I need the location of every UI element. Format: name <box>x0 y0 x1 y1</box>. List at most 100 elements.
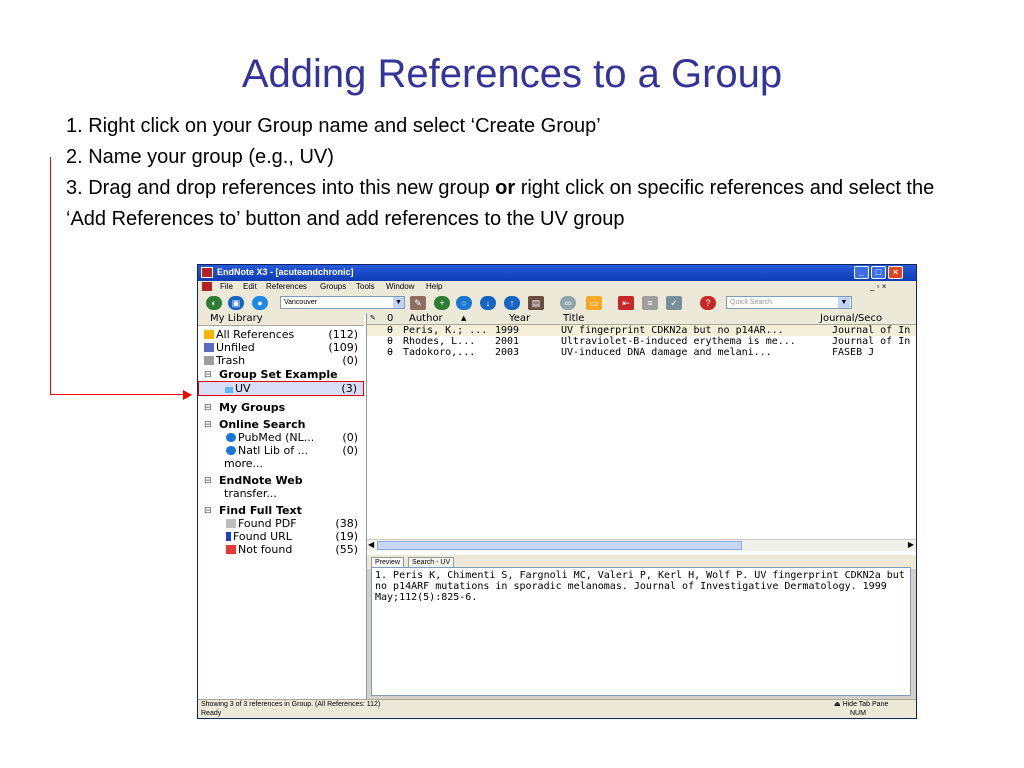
step-3-text: 3. Drag and drop references into this ne… <box>66 177 496 199</box>
group-label: PubMed (NL... <box>226 431 314 444</box>
integrated-mode-icon[interactable]: ● <box>252 296 268 310</box>
search-icon <box>226 433 236 442</box>
group-count: (0) <box>342 354 358 367</box>
cell-journal: Journal of In <box>832 336 911 347</box>
my-library-header[interactable]: My Library <box>198 313 364 326</box>
menu-help[interactable]: Help <box>426 282 442 291</box>
group-icon <box>225 387 233 393</box>
open-folder-icon[interactable]: ▭ <box>586 296 602 310</box>
endnote-window: EndNote X3 - [acuteandchronic] _ □ × Fil… <box>197 264 917 719</box>
group-uv-selected[interactable]: UV (3) <box>198 381 364 396</box>
find-full-text-icon[interactable]: ▤ <box>528 296 544 310</box>
collapse-icon[interactable]: ⊟ <box>204 504 212 517</box>
group-count: (38) <box>335 517 358 530</box>
style-select[interactable]: Vancouver ▼ <box>280 296 405 309</box>
slide-title: Adding References to a Group <box>241 52 783 96</box>
open-link-icon[interactable]: ∞ <box>560 296 576 310</box>
collapse-icon[interactable]: ⊟ <box>204 368 212 381</box>
unfiled-icon <box>204 343 214 352</box>
cell-year: 2003 <box>495 347 520 358</box>
collapse-icon[interactable]: ⊟ <box>204 474 212 487</box>
help-icon[interactable]: ? <box>700 296 716 310</box>
group-count: (0) <box>342 444 358 457</box>
table-row[interactable]: θ Tadokoro,... 2003 UV-induced DNA damag… <box>367 347 916 358</box>
trash-icon <box>204 356 214 365</box>
attachment-icon: θ <box>387 325 394 336</box>
scroll-left-icon[interactable]: ◀ <box>368 540 374 549</box>
groups-pane: My Library All References (112) Unfiled … <box>198 313 367 699</box>
cell-journal: Journal of In <box>832 325 911 336</box>
quick-search-chevron-icon[interactable]: ▼ <box>838 297 850 308</box>
insert-citation-icon[interactable]: ⇤ <box>618 296 634 310</box>
column-author[interactable]: Author <box>409 313 443 324</box>
maximize-button[interactable]: □ <box>871 266 886 279</box>
endnote-web-label: EndNote Web <box>219 474 303 487</box>
menu-window[interactable]: Window <box>386 282 414 291</box>
sort-icon[interactable]: ✎ <box>370 313 376 324</box>
edit-style-icon[interactable]: ✎ <box>410 296 426 310</box>
url-icon <box>226 532 231 541</box>
status-bar-secondary: Ready NUM <box>198 709 916 718</box>
more-link[interactable]: more... <box>224 457 263 470</box>
column-title[interactable]: Title <box>563 313 584 324</box>
menu-bar: File Edit References Groups Tools Window… <box>198 281 916 293</box>
upload-icon[interactable]: ↑ <box>504 296 520 310</box>
cell-title: Ultraviolet-B-induced erythema is me... <box>561 336 796 347</box>
annotation-arrow-head <box>183 390 192 400</box>
group-label: Found URL <box>226 530 292 543</box>
new-reference-icon[interactable]: + <box>434 296 450 310</box>
download-icon[interactable]: ↓ <box>480 296 496 310</box>
group-set-label: Group Set Example <box>219 368 338 381</box>
group-label: UV <box>225 382 251 395</box>
scroll-right-icon[interactable]: ▶ <box>908 540 914 549</box>
attachment-icon: θ <box>387 336 394 347</box>
status-num: NUM <box>850 710 866 717</box>
menu-edit[interactable]: Edit <box>243 282 257 291</box>
column-year[interactable]: Year <box>509 313 530 324</box>
collapse-icon[interactable]: ⊟ <box>204 401 212 414</box>
quick-search-input[interactable]: Quick Search <box>726 296 852 309</box>
local-library-icon[interactable]: ▣ <box>228 296 244 310</box>
group-label: Not found <box>226 543 292 556</box>
cell-year: 2001 <box>495 336 520 347</box>
my-library-label: My Library <box>210 313 263 324</box>
toolbar: ◐ ▣ ● Vancouver ▼ ✎ + ○ ↓ ↑ ▤ ∞ ▭ ⇤ ≡ ✓ ?… <box>198 293 916 314</box>
table-row[interactable]: θ Peris, K.; ... 1999 UV fingerprint CDK… <box>367 325 916 336</box>
close-button[interactable]: × <box>888 266 903 279</box>
reference-list: ✎ 0 Author ▲ Year Title Journal/Seco θ P… <box>367 313 916 555</box>
group-count: (109) <box>328 341 358 354</box>
horizontal-scrollbar[interactable]: ◀ ▶ <box>367 539 916 551</box>
chevron-down-icon[interactable]: ▼ <box>393 297 404 308</box>
annotation-arrow-vertical <box>50 157 51 395</box>
style-value: Vancouver <box>284 299 317 306</box>
endnote-app-icon <box>201 267 213 278</box>
group-label: Found PDF <box>226 517 297 530</box>
column-journal[interactable]: Journal/Seco <box>820 313 882 324</box>
child-window-controls[interactable]: _ ▫ × <box>870 282 886 291</box>
step-1: 1. Right click on your Group name and se… <box>66 115 601 137</box>
online-search-label: Online Search <box>219 418 306 431</box>
document-icon[interactable] <box>202 282 212 291</box>
attachment-column-icon[interactable]: 0 <box>387 313 393 324</box>
collapse-icon[interactable]: ⊟ <box>204 418 212 431</box>
return-to-word-icon[interactable]: ✓ <box>666 296 682 310</box>
scrollbar-thumb[interactable] <box>377 541 742 550</box>
menu-groups[interactable]: Groups <box>320 282 346 291</box>
group-count: (3) <box>341 382 357 395</box>
minimize-button[interactable]: _ <box>854 266 869 279</box>
preview-pane: 1. Peris K, Chimenti S, Fargnoli MC, Val… <box>371 567 911 696</box>
online-search-icon[interactable]: ○ <box>456 296 472 310</box>
group-count: (55) <box>335 543 358 556</box>
online-mode-icon[interactable]: ◐ <box>206 296 222 310</box>
pdf-icon <box>226 519 236 528</box>
transfer-link[interactable]: transfer... <box>224 487 277 500</box>
menu-references[interactable]: References <box>266 282 307 291</box>
group-label: All References <box>204 328 294 341</box>
menu-tools[interactable]: Tools <box>356 282 375 291</box>
search-icon <box>226 446 236 455</box>
sort-ascending-icon: ▲ <box>461 314 467 322</box>
format-bibliography-icon[interactable]: ≡ <box>642 296 658 310</box>
table-row[interactable]: θ Rhodes, L... 2001 Ultraviolet-B-induce… <box>367 336 916 347</box>
folder-icon <box>204 330 214 339</box>
menu-file[interactable]: File <box>220 282 233 291</box>
